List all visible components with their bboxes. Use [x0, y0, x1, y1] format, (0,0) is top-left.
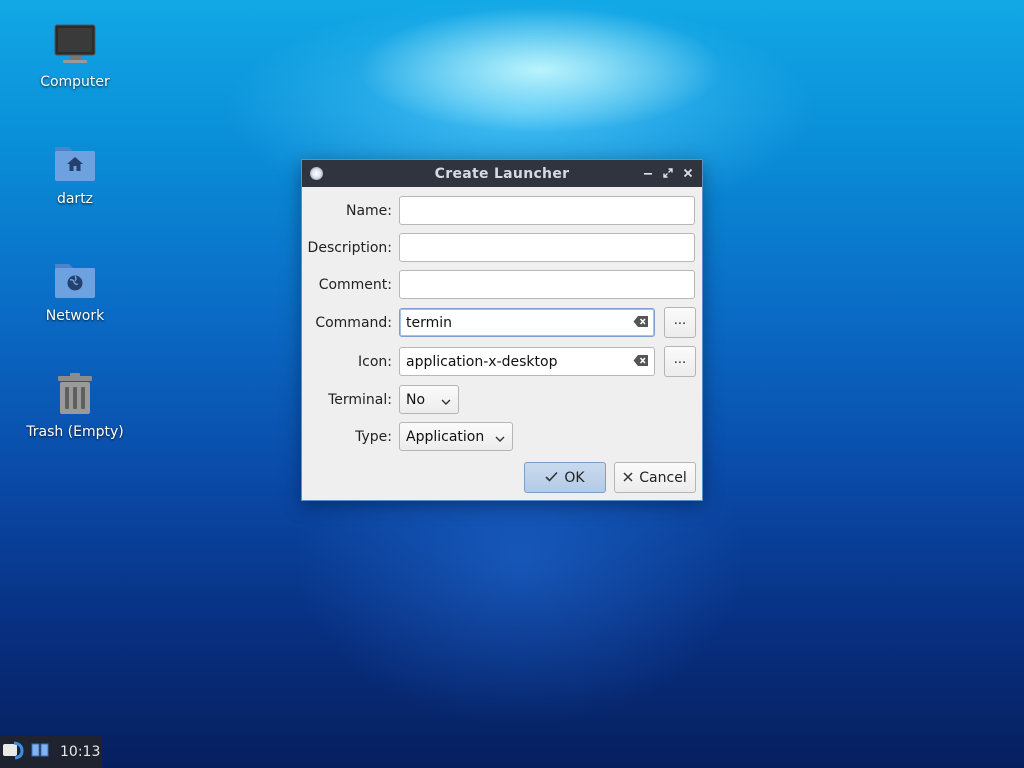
- clock: 10:13: [60, 744, 101, 760]
- minimize-icon[interactable]: [639, 164, 657, 182]
- book-icon: [31, 742, 49, 762]
- desktop-icon-label: Trash (Empty): [26, 424, 124, 440]
- name-field[interactable]: [399, 196, 695, 225]
- cancel-button[interactable]: Cancel: [614, 462, 696, 493]
- terminal-select[interactable]: No: [399, 385, 459, 414]
- trash-icon: [51, 372, 99, 420]
- type-selected-value: Application: [406, 428, 485, 445]
- taskbar: 10:13: [0, 736, 102, 768]
- browse-icon-button[interactable]: ...: [664, 346, 696, 377]
- checkmark-icon: [545, 470, 558, 486]
- dialog-titlebar[interactable]: Create Launcher: [302, 160, 702, 187]
- window-app-icon: [310, 167, 323, 180]
- icon-row: Icon: ...: [302, 346, 702, 377]
- command-field[interactable]: [399, 308, 655, 337]
- chevron-down-icon: [494, 432, 506, 442]
- computer-icon: [51, 22, 99, 70]
- home-folder-icon: [51, 139, 99, 187]
- desktop-icon-dartz[interactable]: dartz: [20, 139, 130, 207]
- ok-button[interactable]: OK: [524, 462, 606, 493]
- create-launcher-dialog: Create Launcher Name: Description: Comme…: [301, 159, 703, 501]
- desktop-icon-label: Network: [45, 308, 105, 324]
- app-menu-icon: [2, 740, 26, 764]
- cancel-x-icon: [623, 470, 633, 486]
- name-row: Name:: [302, 196, 702, 226]
- clear-command-icon[interactable]: [633, 315, 649, 328]
- icon-field[interactable]: [399, 347, 655, 376]
- comment-field[interactable]: [399, 270, 695, 299]
- terminal-selected-value: No: [406, 391, 426, 408]
- cancel-label: Cancel: [639, 469, 687, 486]
- description-label: Description:: [307, 240, 392, 256]
- ok-label: OK: [564, 469, 585, 486]
- command-row: Command: ...: [302, 307, 702, 338]
- icon-label: Icon:: [358, 354, 392, 370]
- description-row: Description:: [302, 233, 702, 263]
- file-manager-button[interactable]: [28, 736, 52, 768]
- dialog-title: Create Launcher: [434, 165, 570, 182]
- close-icon[interactable]: [679, 164, 697, 182]
- clear-icon-field-icon[interactable]: [633, 354, 649, 367]
- desktop-icon-network[interactable]: Network: [20, 256, 130, 324]
- desktop-icon-trash[interactable]: Trash (Empty): [20, 372, 130, 440]
- network-folder-icon: [51, 256, 99, 304]
- description-field[interactable]: [399, 233, 695, 262]
- app-menu-button[interactable]: [0, 736, 28, 768]
- terminal-row: Terminal: No: [302, 385, 702, 415]
- command-label: Command:: [315, 315, 392, 331]
- name-label: Name:: [345, 203, 392, 219]
- comment-label: Comment:: [318, 277, 392, 293]
- chevron-down-icon: [440, 395, 452, 405]
- comment-row: Comment:: [302, 270, 702, 300]
- terminal-label: Terminal:: [328, 392, 392, 408]
- desktop-icon-label: dartz: [56, 191, 94, 207]
- maximize-icon[interactable]: [659, 164, 677, 182]
- type-select[interactable]: Application: [399, 422, 513, 451]
- desktop-icon-computer[interactable]: Computer: [20, 22, 130, 90]
- type-row: Type: Application: [302, 422, 702, 452]
- desktop-icon-label: Computer: [40, 74, 110, 90]
- type-label: Type:: [355, 429, 392, 445]
- browse-command-button[interactable]: ...: [664, 307, 696, 338]
